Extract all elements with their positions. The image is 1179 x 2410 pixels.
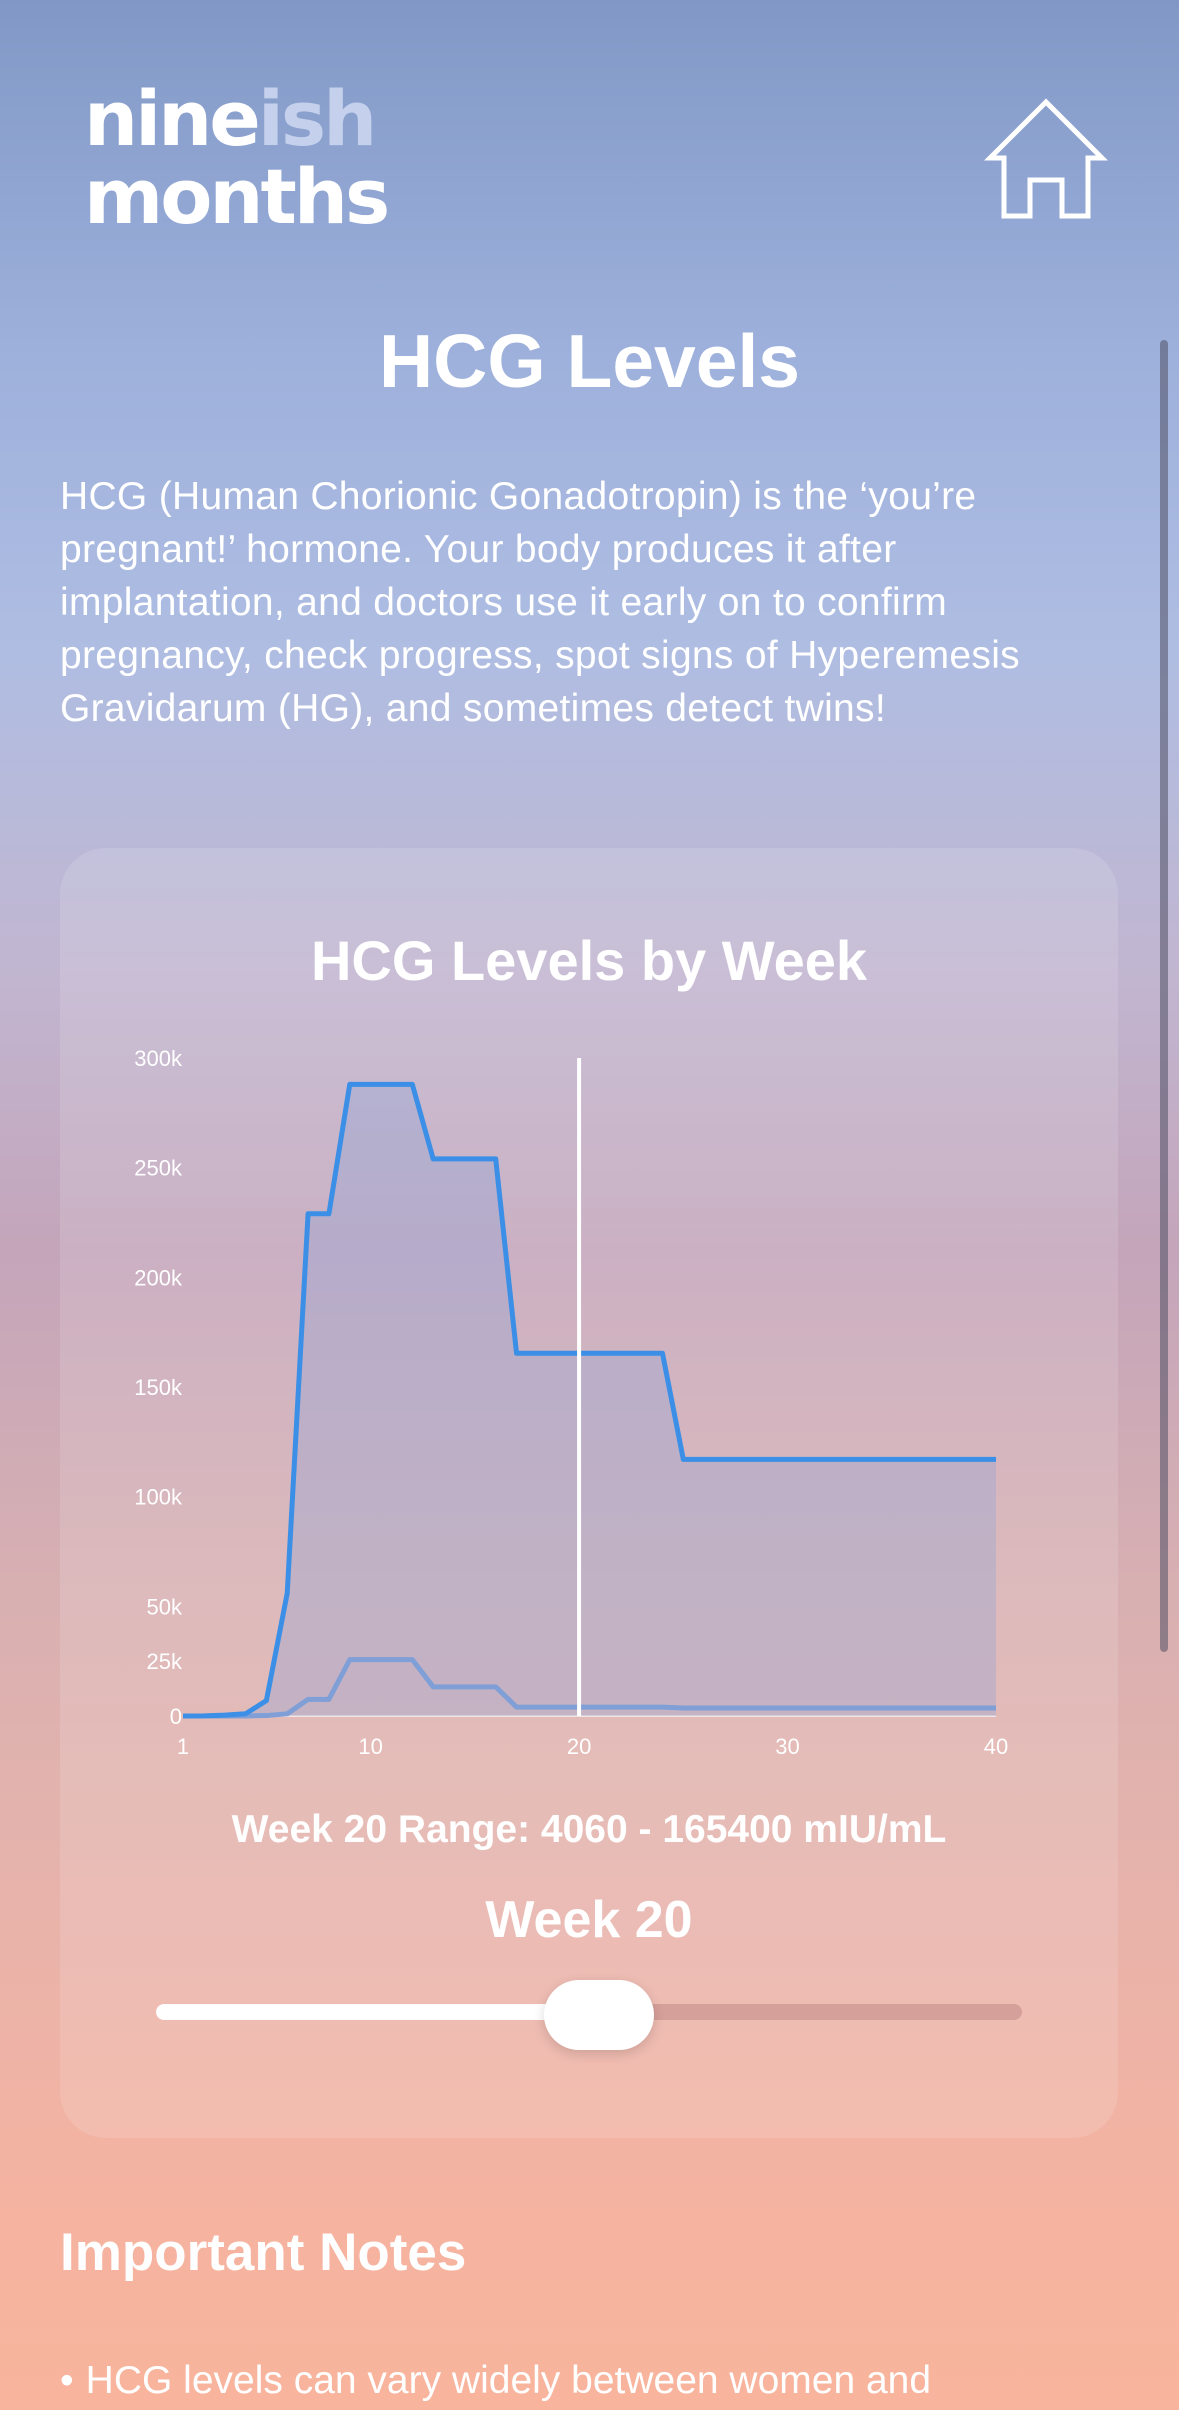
app-logo: nineish months [84,80,390,260]
y-tick-label: 200k [134,1265,183,1290]
notes-list: • HCG levels can vary widely between wome… [60,2355,1120,2407]
home-button[interactable] [983,96,1109,224]
logo-text-nine: nine [84,74,261,163]
page-title: HCG Levels [379,319,800,403]
chart-card: HCG Levels by Week 0 25k 50k 100k 150k 200k 25… [60,848,1118,2138]
y-tick-label: 25k [147,1649,183,1674]
x-tick-label: 1 [177,1734,189,1759]
intro-paragraph: HCG (Human Chorionic Gonadotropin) is th… [60,475,1020,730]
x-tick-label: 10 [358,1734,382,1759]
y-tick-label: 0 [170,1704,182,1729]
y-tick-label: 100k [134,1485,183,1510]
home-icon [983,98,1109,219]
note-item: • HCG levels can vary widely between wome… [60,2355,1120,2407]
y-tick-label: 250k [134,1156,183,1181]
notes-heading: Important Notes [60,2223,467,2282]
selected-week-label: Week 20 [485,1891,693,1949]
x-tick-label: 20 [567,1734,591,1759]
week-slider[interactable] [156,1980,1022,2050]
logo-text-ish: ish [257,74,377,163]
slider-thumb[interactable] [544,1980,655,2050]
hcg-chart: 0 25k 50k 100k 150k 200k 250k 300k 1 10 20 30 40 [134,1046,1008,1759]
y-tick-label: 150k [134,1375,183,1400]
slider-fill [156,2004,600,2020]
bullet-icon: • [60,2359,74,2402]
y-tick-label: 300k [134,1046,183,1071]
week-range-text: Week 20 Range: 4060 - 165400 mIU/mL [231,1808,947,1851]
x-tick-label: 40 [984,1734,1008,1759]
note-text: HCG levels can vary widely between women… [85,2359,932,2402]
scrollbar[interactable] [1160,340,1168,1652]
logo-text-months: months [84,152,390,241]
upper-range-area [183,1084,996,1716]
y-tick-label: 50k [147,1594,183,1619]
x-tick-label: 30 [775,1734,799,1759]
